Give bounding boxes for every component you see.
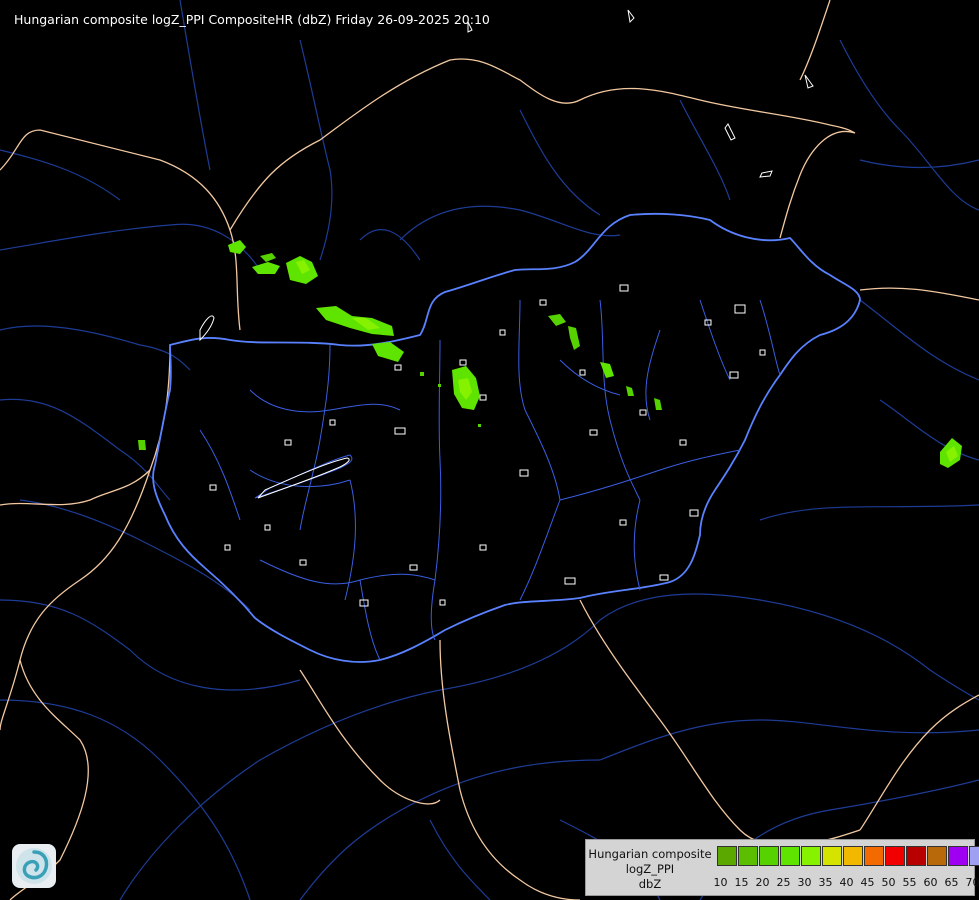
legend-tick-label: 50 (881, 876, 896, 889)
legend-tick-label: 60 (923, 876, 938, 889)
legend-ticks: 10 15 20 25 30 35 40 45 50 55 60 65 70 (710, 876, 979, 889)
legend-swatch-50 (885, 846, 905, 866)
legend-swatch-30 (801, 846, 821, 866)
legend-swatch-35 (822, 846, 842, 866)
legend-swatch-40 (843, 846, 863, 866)
legend-swatches (717, 846, 979, 866)
legend-swatch-55 (906, 846, 926, 866)
legend-tick-label: 70 (965, 876, 979, 889)
legend-tick-label: 30 (797, 876, 812, 889)
legend-tick-label: 10 (713, 876, 728, 889)
map-title: Hungarian composite logZ_PPI CompositeHR… (14, 12, 490, 27)
legend-tick-label: 35 (818, 876, 833, 889)
legend-swatch-20 (759, 846, 779, 866)
legend-swatch-60 (927, 846, 947, 866)
legend-tick-label: 15 (734, 876, 749, 889)
legend-title-line: Hungarian composite (588, 847, 712, 861)
legend-swatch-65 (948, 846, 968, 866)
dbz-legend: Hungarian composite logZ_PPI dbZ 10 15 20 2… (585, 839, 979, 896)
legend-tick-label: 65 (944, 876, 959, 889)
legend-swatch-70 (969, 846, 979, 866)
legend-swatch-45 (864, 846, 884, 866)
legend-swatch-25 (780, 846, 800, 866)
legend-tick-label: 45 (860, 876, 875, 889)
legend-title-line: logZ_PPI (625, 862, 675, 876)
legend-swatch-10 (717, 846, 737, 866)
legend-tick-label: 20 (755, 876, 770, 889)
legend-title-line: dbZ (638, 877, 662, 891)
weather-service-swirl-icon (12, 844, 56, 888)
legend-tick-label: 40 (839, 876, 854, 889)
radar-map (0, 0, 979, 900)
legend-tick-label: 25 (776, 876, 791, 889)
legend-swatch-15 (738, 846, 758, 866)
legend-title: Hungarian composite logZ_PPI dbZ (588, 847, 712, 892)
legend-tick-label: 55 (902, 876, 917, 889)
